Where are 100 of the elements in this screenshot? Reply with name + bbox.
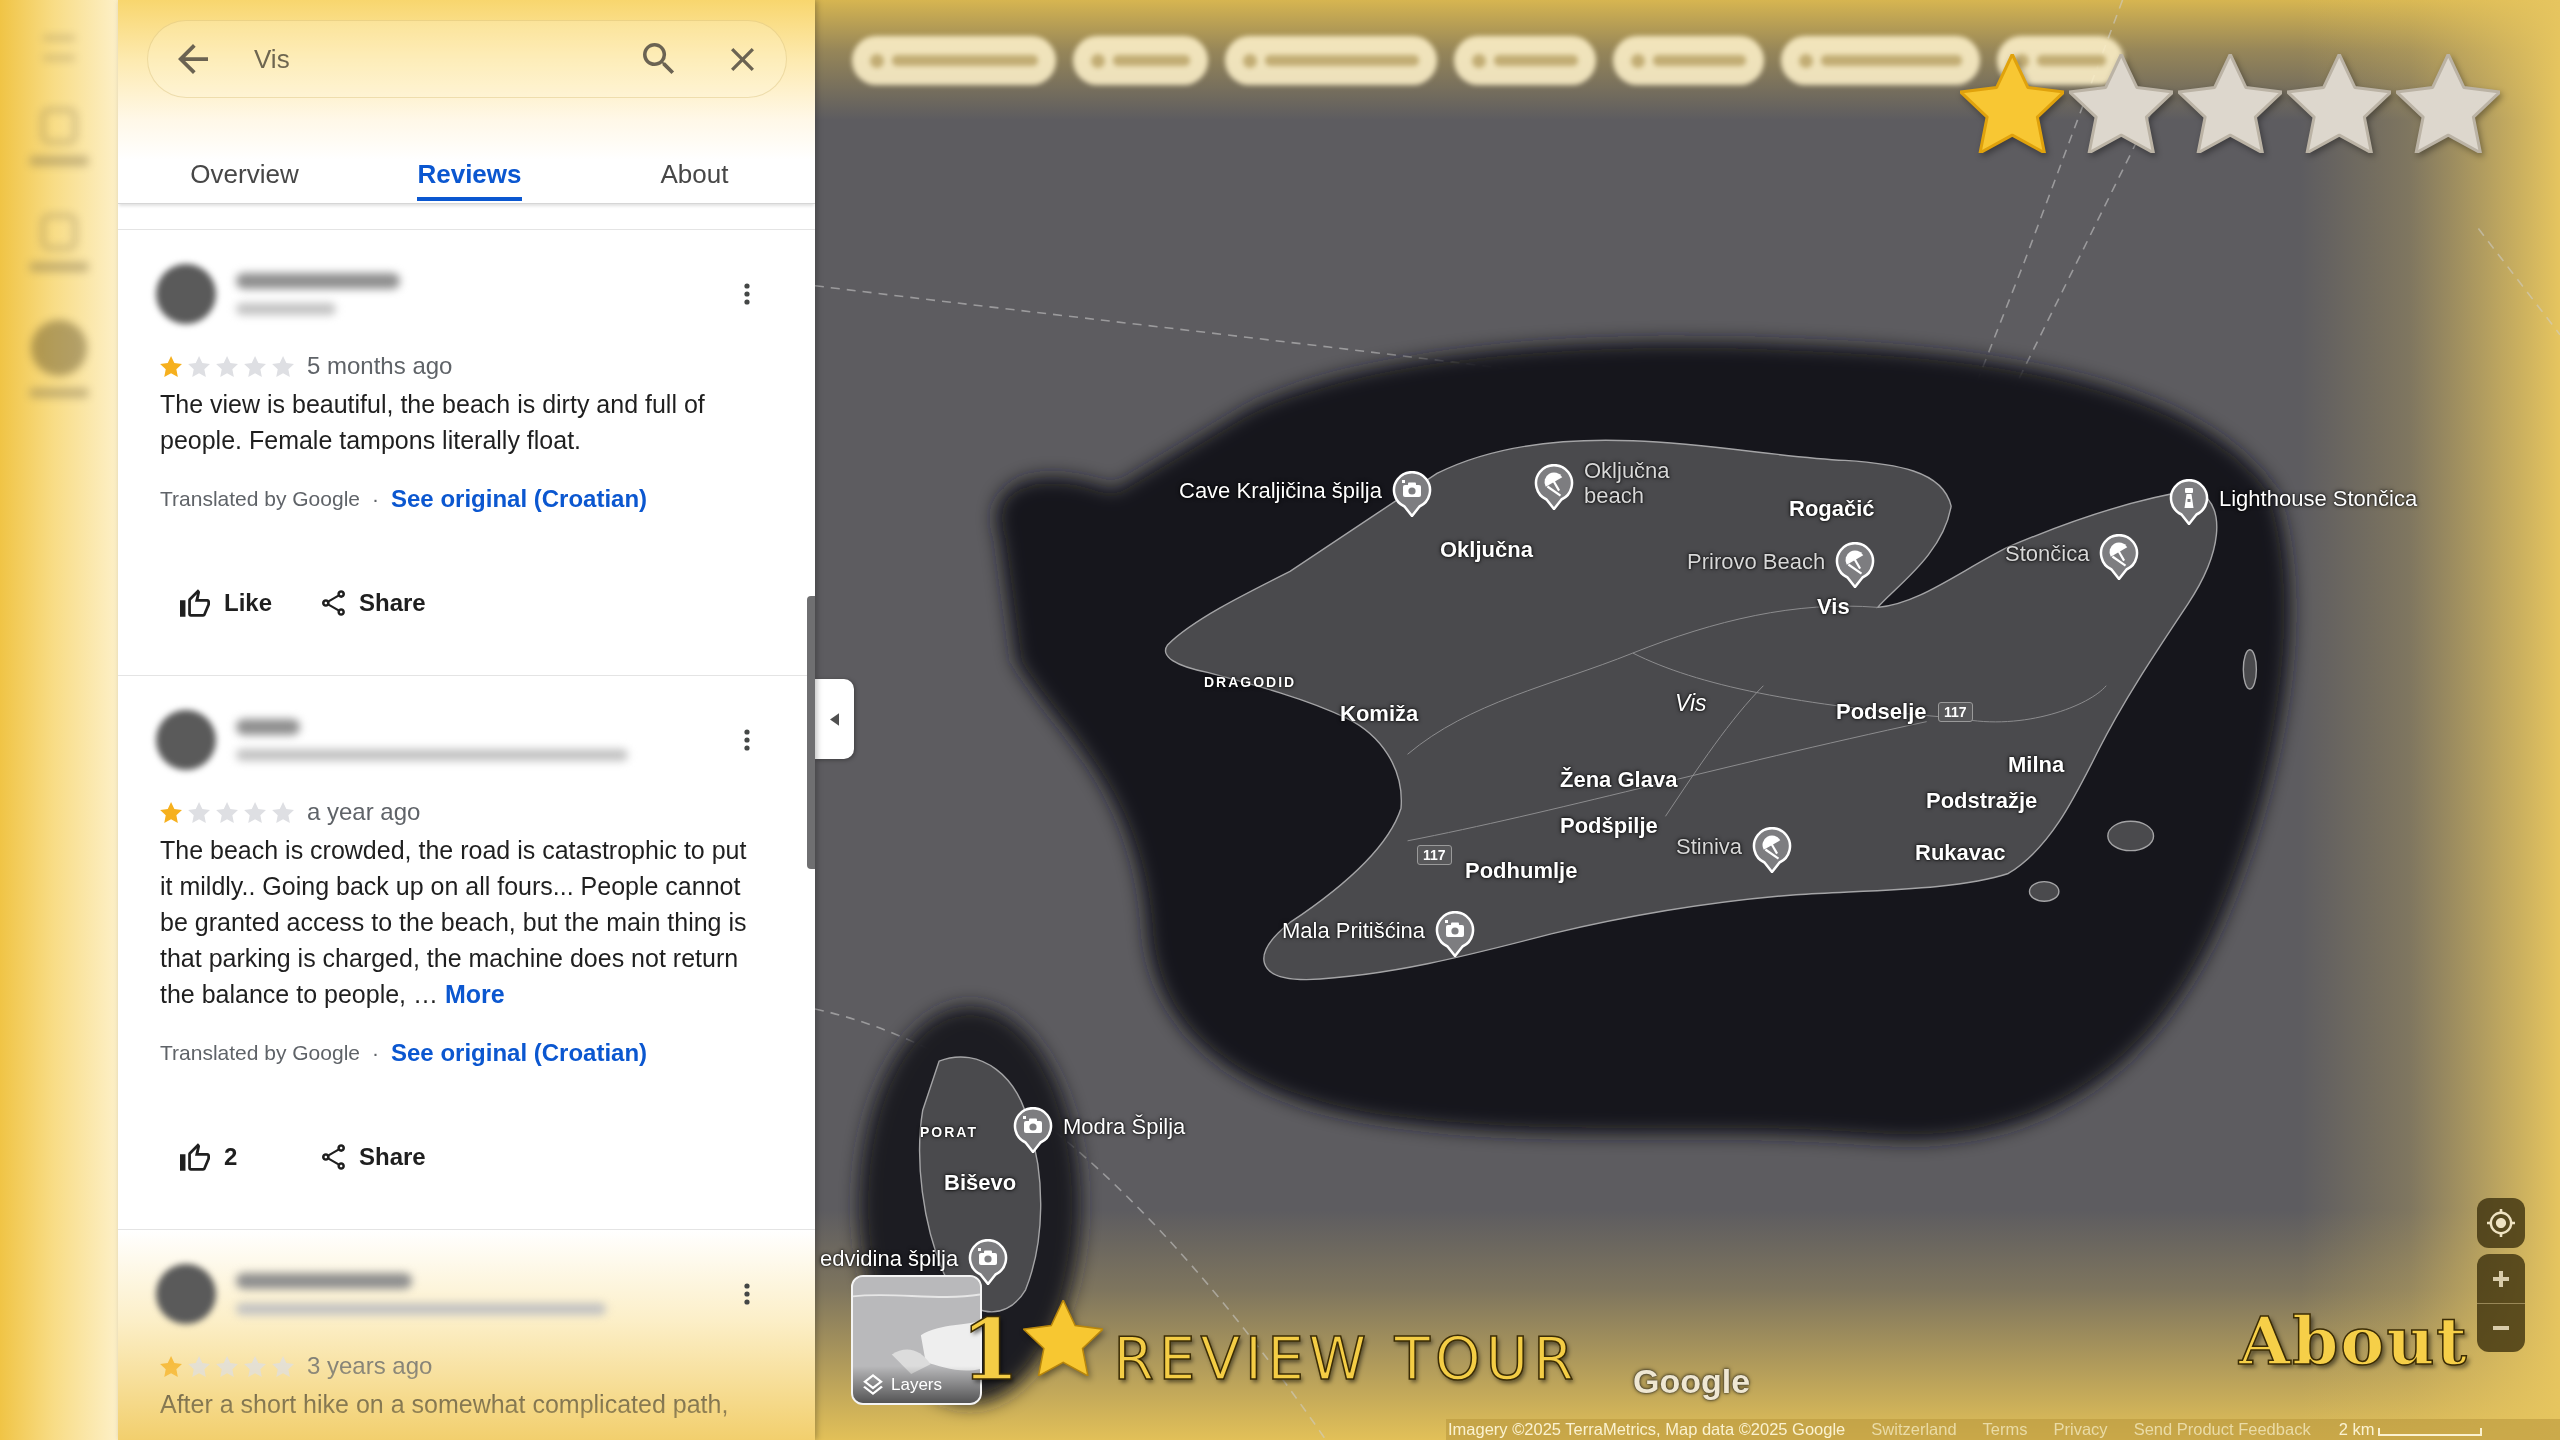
search-button[interactable]	[643, 43, 675, 75]
star-icon	[1960, 54, 2064, 153]
place-label[interactable]: Stončica	[2005, 540, 2090, 566]
road-shield: 117	[1417, 845, 1452, 865]
scrollbar-thumb[interactable]	[807, 596, 815, 869]
search-field[interactable]: Vis	[254, 41, 643, 77]
search-icon	[643, 43, 675, 75]
back-arrow-icon	[178, 44, 208, 74]
review-time: a year ago	[307, 798, 421, 826]
place-label[interactable]: edvidina špilja	[820, 1245, 959, 1271]
avatar[interactable]	[156, 1264, 216, 1324]
town-label: Komiža	[1340, 700, 1419, 726]
star-icon	[272, 801, 294, 823]
star-icon	[160, 355, 182, 377]
place-label[interactable]: Modra Špilja	[1063, 1113, 1186, 1139]
more-link[interactable]: More	[444, 980, 505, 1008]
star-icon	[216, 355, 238, 377]
island-label: Vis	[1675, 690, 1707, 716]
umbrella-pin-icon[interactable]	[1752, 827, 1793, 873]
place-label[interactable]: Mala Pritišćina	[1282, 917, 1426, 943]
separator-text: ·	[372, 1041, 379, 1065]
locality-label: DRAGODID	[1204, 673, 1297, 691]
avatar[interactable]	[156, 264, 216, 324]
place-label[interactable]: Cave Kraljičina špilja	[1179, 477, 1382, 503]
minus-icon	[2493, 1326, 2509, 1330]
star-icon	[160, 801, 182, 823]
filter-chip[interactable]	[1073, 36, 1208, 85]
separator-text: ·	[372, 487, 379, 511]
like-button[interactable]: Like	[170, 581, 312, 625]
camera-pin-icon[interactable]	[1392, 471, 1432, 517]
share-button[interactable]: Share	[312, 1135, 436, 1179]
star-icon	[188, 355, 210, 377]
town-label: Žena Glava	[1560, 766, 1678, 792]
star-icon	[244, 801, 266, 823]
thumbs-up-icon	[180, 589, 210, 617]
map-logo: Google	[1633, 1362, 1751, 1401]
zoom-out-button[interactable]	[2477, 1303, 2525, 1352]
star-icon	[216, 801, 238, 823]
tab[interactable]: Reviews	[417, 139, 522, 201]
review-text: After a short hike on a somewhat complicated path,	[160, 1389, 730, 1420]
road-shield: 117	[1938, 702, 1973, 722]
camera-pin-icon[interactable]	[968, 1239, 1009, 1285]
translation-note: Translated by Google	[160, 487, 360, 511]
place-label[interactable]: Lighthouse Stončica	[2219, 485, 2418, 511]
my-location-button[interactable]	[2477, 1198, 2525, 1248]
review-text: The view is beautiful, the beach is dirty and full of people. Female tampons literally float.	[160, 389, 706, 456]
camera-pin-icon[interactable]	[1435, 911, 1476, 957]
star-icon	[244, 1355, 266, 1377]
star-icon	[1023, 1300, 1104, 1376]
town-label: Oključna	[1440, 536, 1533, 562]
blurred-name	[236, 719, 300, 735]
umbrella-pin-icon[interactable]	[2099, 534, 2140, 580]
camera-pin-icon[interactable]	[1013, 1107, 1053, 1153]
translation-note: Translated by Google	[160, 1041, 360, 1065]
lighthouse-pin-icon[interactable]	[2169, 479, 2209, 525]
umbrella-pin-icon[interactable]	[1534, 464, 1574, 510]
place-label[interactable]: Stiniva	[1676, 833, 1743, 859]
plus-icon	[2493, 1270, 2509, 1287]
see-original-link[interactable]: See original (Croatian)	[391, 1039, 648, 1067]
vertical-dots-icon	[744, 283, 750, 305]
like-button[interactable]: 2	[170, 1135, 312, 1179]
locate-icon	[2487, 1209, 2515, 1237]
tab[interactable]: About	[660, 139, 729, 201]
satellite-map-drawing[interactable]	[815, 0, 2560, 1440]
locality-label: PORAT	[920, 1123, 978, 1141]
search-bar[interactable]: Vis	[147, 20, 787, 98]
review-text: The beach is crowded, the road is catastrophic to put it mildly.. Going back up on all fours... People cannot be granted access to the beach, but the main thing is that parking is charged, the machine does not return the balance to people, … More	[160, 835, 748, 1010]
town-label: Milna	[2008, 751, 2065, 777]
vertical-dots-icon	[744, 1283, 750, 1305]
see-original-link[interactable]: See original (Croatian)	[391, 485, 648, 513]
share-icon	[322, 1144, 345, 1170]
avatar[interactable]	[156, 710, 216, 770]
star-icon	[188, 801, 210, 823]
tab[interactable]: Overview	[190, 139, 299, 201]
place-label[interactable]: Oključna beach	[1584, 458, 1680, 508]
star-icon	[272, 355, 294, 377]
scale-bar-icon	[2378, 1427, 2483, 1436]
close-icon	[731, 47, 754, 71]
zoom-in-button[interactable]	[2477, 1254, 2525, 1303]
star-icon	[244, 355, 266, 377]
filter-chip[interactable]	[1454, 36, 1596, 85]
review-time: 5 months ago	[307, 352, 453, 380]
review-time: 3 years ago	[307, 1352, 433, 1380]
vertical-dots-icon	[744, 729, 750, 751]
town-label: Podšpilje	[1560, 812, 1658, 838]
place-label[interactable]: Prirovo Beach	[1687, 548, 1826, 574]
star-icon	[2396, 54, 2500, 153]
star-icon	[2069, 54, 2173, 153]
thumbs-up-icon	[180, 1143, 210, 1171]
umbrella-pin-icon[interactable]	[1835, 542, 1876, 588]
clear-search-button[interactable]	[731, 47, 754, 71]
attribution-text: Imagery ©2025 TerraMetrics, Map data ©2025 Google	[1448, 1420, 1846, 1439]
town-label: Podhumlje	[1465, 857, 1578, 883]
collapse-panel-button[interactable]	[815, 679, 854, 759]
town-label: Vis	[1817, 593, 1850, 619]
town-label: Rogačić	[1789, 495, 1875, 521]
back-button[interactable]	[178, 44, 208, 74]
share-button[interactable]: Share	[312, 581, 436, 625]
filter-chip[interactable]	[1613, 36, 1764, 85]
share-icon	[322, 590, 345, 616]
